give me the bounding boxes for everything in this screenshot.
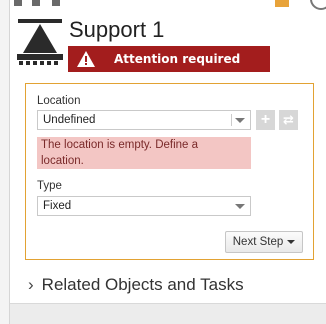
add-icon: + — [260, 111, 271, 128]
attention-badge: Attention required — [68, 46, 270, 72]
related-label: Related Objects and Tasks — [41, 275, 244, 294]
help-circle-icon[interactable] — [310, 0, 326, 10]
swap-location-button[interactable]: ⇄ — [279, 110, 298, 130]
location-error-line: location. — [41, 155, 84, 167]
caret-down-icon — [287, 240, 296, 244]
type-label: Type — [37, 180, 62, 192]
bottom-panel-partial — [10, 303, 326, 324]
toolbar-icon[interactable] — [14, 0, 22, 6]
warning-indicator-icon[interactable] — [275, 0, 289, 7]
toolbar-icon[interactable] — [52, 0, 60, 6]
attention-label: Attention required — [114, 52, 241, 66]
type-value: Fixed — [43, 200, 72, 212]
toolbar-icon[interactable] — [32, 0, 40, 6]
support-form: Location Undefined + ⇄ The location is e… — [25, 83, 314, 260]
chevron-down-icon[interactable] — [235, 204, 245, 209]
location-select[interactable]: Undefined — [37, 110, 251, 130]
location-value: Undefined — [43, 114, 96, 126]
location-error-line: The location is empty. Define a — [41, 139, 199, 151]
add-location-button[interactable]: + — [256, 110, 275, 130]
location-label: Location — [37, 95, 81, 107]
chevron-down-icon[interactable] — [235, 118, 245, 123]
panel-edge — [0, 0, 10, 324]
top-toolbar-partial — [10, 0, 326, 10]
select-divider — [231, 114, 232, 126]
type-select[interactable]: Fixed — [37, 196, 251, 216]
location-error-message: The location is empty. Define a location… — [37, 137, 251, 169]
support-icon — [17, 19, 63, 65]
next-step-button[interactable]: Next Step — [225, 231, 303, 253]
next-step-label: Next Step — [232, 236, 284, 248]
related-objects-section[interactable]: › Related Objects and Tasks — [28, 275, 244, 295]
page-title: Support 1 — [69, 17, 165, 42]
chevron-right-icon: › — [28, 275, 34, 294]
swap-icon: ⇄ — [283, 112, 294, 127]
warning-icon — [77, 51, 95, 67]
